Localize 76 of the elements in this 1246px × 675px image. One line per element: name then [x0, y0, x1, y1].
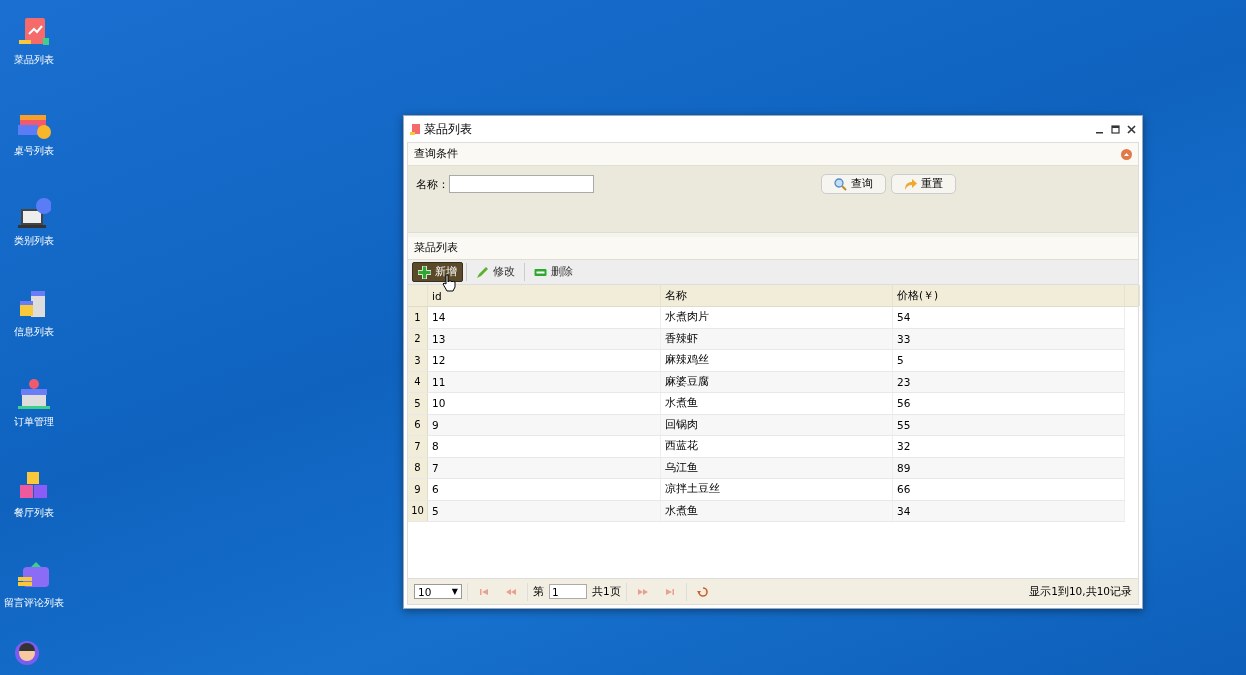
add-button[interactable]: 新增: [412, 262, 463, 282]
window-title: 菜品列表: [424, 120, 473, 138]
window-app-icon: [410, 123, 421, 135]
table-cell: 7: [428, 457, 661, 478]
desktop-icon-label[interactable]: 订单管理: [14, 415, 54, 429]
page-label: 第: [533, 584, 544, 599]
table-cell: 12: [428, 350, 661, 371]
row-number: 1: [408, 307, 428, 328]
desktop-icon-label[interactable]: 桌号列表: [14, 143, 54, 158]
row-number: 8: [408, 457, 428, 478]
reset-button[interactable]: 重置: [891, 174, 956, 194]
row-number: 6: [408, 414, 428, 435]
panel-title: 菜品列表: [414, 241, 459, 255]
table-cell: 10: [428, 393, 661, 414]
table-cell: 回锅肉: [661, 414, 893, 435]
column-header[interactable]: id: [428, 285, 661, 306]
desktop-icon-label[interactable]: 类别列表: [14, 234, 54, 248]
name-label: 名称：: [416, 178, 449, 192]
table-cell: 56: [893, 393, 1125, 414]
table-cell: 66: [893, 479, 1125, 500]
row-number: 5: [408, 393, 428, 414]
table-cell: 5: [893, 350, 1125, 371]
desktop-icon-label[interactable]: 菜品列表: [14, 53, 54, 67]
record-summary: 显示1到10,共10记录: [1029, 584, 1132, 599]
pencil-icon: [476, 265, 489, 279]
table-cell: 麻辣鸡丝: [661, 350, 893, 371]
row-number: 4: [408, 371, 428, 392]
page-input[interactable]: 1: [549, 584, 587, 599]
search-icon: [834, 177, 847, 191]
page-count: 共1页: [592, 584, 621, 599]
table-cell: 23: [893, 371, 1125, 392]
plus-icon: [418, 265, 431, 279]
desktop-icon-label[interactable]: 信息列表: [14, 324, 54, 339]
edit-button[interactable]: 修改: [470, 262, 521, 282]
search-button[interactable]: 查询: [821, 174, 886, 194]
row-number: 9: [408, 479, 428, 500]
desktop-icon-label[interactable]: 留言评论列表: [4, 596, 64, 610]
column-header[interactable]: 名称: [661, 285, 893, 306]
table-cell: 13: [428, 328, 661, 349]
close-icon[interactable]: [1127, 124, 1136, 134]
page-size-select[interactable]: 10 ▼: [414, 584, 462, 599]
panel-title: 查询条件: [414, 147, 459, 161]
row-number: 2: [408, 328, 428, 349]
table-cell: 5: [428, 500, 661, 521]
table-cell: 14: [428, 307, 661, 328]
table-cell: 8: [428, 436, 661, 457]
table-cell: 水煮肉片: [661, 307, 893, 328]
table-cell: 6: [428, 479, 661, 500]
row-number: 10: [408, 500, 428, 521]
table-cell: 54: [893, 307, 1125, 328]
column-header[interactable]: 价格(￥): [893, 285, 1125, 306]
person-avatar-icon[interactable]: [14, 639, 40, 666]
row-number: 3: [408, 350, 428, 371]
table-cell: 11: [428, 371, 661, 392]
table-cell: 乌江鱼: [661, 457, 893, 478]
desktop-icon-label[interactable]: 餐厅列表: [14, 505, 54, 520]
table-cell: 香辣虾: [661, 328, 893, 349]
maximize-icon[interactable]: [1111, 124, 1120, 134]
table-cell: 55: [893, 414, 1125, 435]
refresh-icon[interactable]: [695, 586, 710, 597]
collapse-icon[interactable]: [1121, 148, 1132, 160]
desktop-app-icon[interactable]: [17, 197, 51, 229]
table-cell: 89: [893, 457, 1125, 478]
delete-button[interactable]: 删除: [528, 262, 579, 282]
table-cell: 32: [893, 436, 1125, 457]
table-cell: 凉拌土豆丝: [661, 479, 893, 500]
table-cell: 9: [428, 414, 661, 435]
table-cell: 麻婆豆腐: [661, 371, 893, 392]
name-input[interactable]: [449, 175, 594, 193]
table-cell: 西蓝花: [661, 436, 893, 457]
table-cell: 33: [893, 328, 1125, 349]
table-cell: 34: [893, 500, 1125, 521]
table-cell: 水煮鱼: [661, 393, 893, 414]
row-number: 7: [408, 436, 428, 457]
curved-arrow-icon: [904, 177, 917, 191]
table-cell: 水煮鱼: [661, 500, 893, 521]
